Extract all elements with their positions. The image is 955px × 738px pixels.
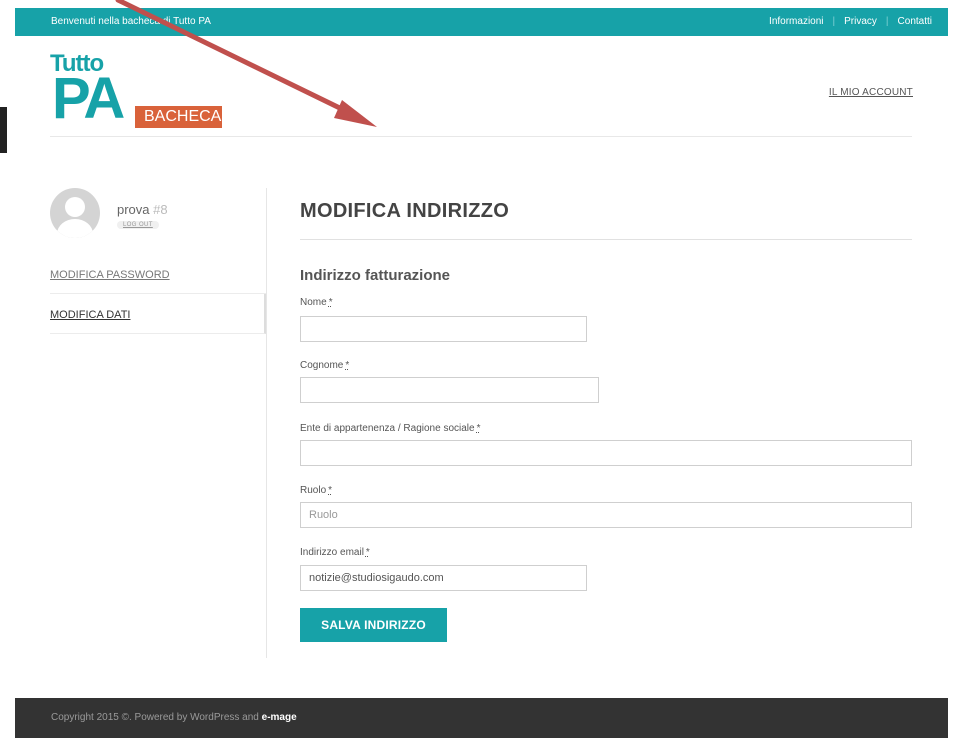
annotation-arrow-icon xyxy=(115,0,377,127)
